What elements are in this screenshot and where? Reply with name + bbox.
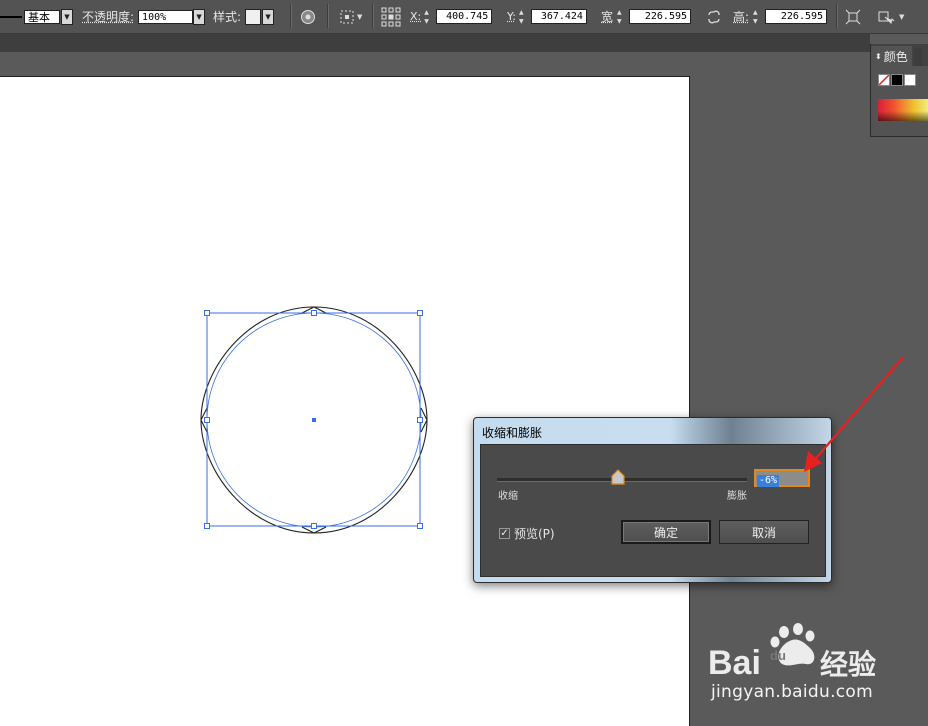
annotation-arrow-line <box>811 356 904 464</box>
svg-text:du: du <box>770 648 786 663</box>
svg-text:Bai: Bai <box>708 644 761 682</box>
annotation-layer <box>804 356 904 472</box>
watermark-url: jingyan.baidu.com <box>711 682 873 702</box>
svg-text:经验: 经验 <box>820 648 876 681</box>
